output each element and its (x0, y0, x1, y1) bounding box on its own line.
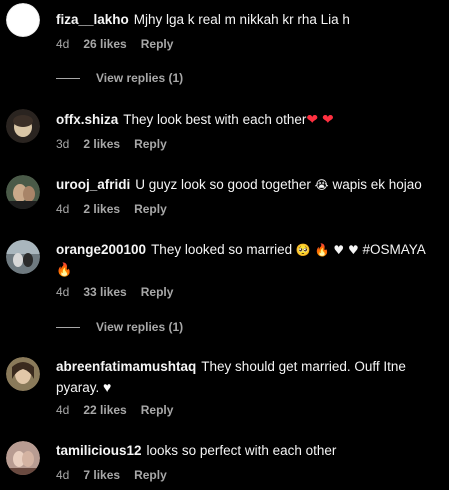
comment-age: 4d (56, 285, 70, 299)
comment-text: offx.shiza They look best with each other… (56, 109, 446, 130)
reply-button[interactable]: Reply (134, 202, 167, 216)
comment-text-line2: pyaray. ♥ (56, 377, 446, 398)
crying-face-icon: 😭 (314, 178, 329, 192)
red-heart-icon: ❤ ❤ (306, 111, 334, 127)
fire-icon: 🔥 (56, 262, 73, 277)
comment-meta: 4d 33 likes Reply (56, 284, 446, 300)
comment-item: orange200100 They looked so married 🥺 🔥 ♥… (6, 240, 446, 304)
view-replies-button[interactable]: View replies (1) (56, 71, 183, 85)
emoji-sequence-icon: 🥺 🔥 ♥ ♥ (295, 243, 359, 257)
comment-text: fiza__lakho Mjhy lga k real m nikkah kr r… (56, 10, 446, 30)
comment-username[interactable]: urooj_afridi (56, 177, 130, 192)
comment-body-continued: wapis ek hojao (332, 177, 422, 192)
comment-body: They should get married. Ouff Itne (201, 359, 406, 374)
comments-list: fiza__lakho Mjhy lga k real m nikkah kr r… (0, 0, 449, 490)
comment-body: They looked so married (151, 242, 293, 257)
comment-meta: 4d 22 likes Reply (56, 402, 446, 418)
comment-age: 3d (56, 137, 70, 151)
comment-text: tamilicious12 looks so perfect with each … (56, 441, 446, 461)
comment-item: offx.shiza They look best with each other… (6, 109, 446, 157)
comment-likes[interactable]: 22 likes (83, 403, 126, 417)
view-replies-label: View replies (1) (96, 320, 184, 334)
comment-meta: 4d 7 likes Reply (56, 467, 446, 483)
comment-likes[interactable]: 33 likes (83, 285, 126, 299)
comment-hashtag[interactable]: #OSMAYA (363, 242, 426, 257)
replies-divider (56, 77, 80, 79)
avatar[interactable] (6, 357, 40, 391)
comment-username[interactable]: offx.shiza (56, 112, 118, 127)
reply-button[interactable]: Reply (141, 403, 174, 417)
comment-username[interactable]: fiza__lakho (56, 12, 129, 27)
reply-button[interactable]: Reply (134, 468, 167, 482)
comment-text: urooj_afridi U guyz look so good together… (56, 175, 446, 195)
comment-body: looks so perfect with each other (146, 443, 337, 458)
reply-button[interactable]: Reply (141, 37, 174, 51)
comment-body-continued: pyaray. (56, 380, 100, 395)
comment-item: urooj_afridi U guyz look so good together… (6, 175, 446, 223)
comment-meta: 4d 26 likes Reply (56, 36, 446, 52)
comment-likes[interactable]: 26 likes (83, 37, 126, 51)
comment-body: U guyz look so good together (135, 177, 311, 192)
comment-item: tamilicious12 looks so perfect with each … (6, 441, 446, 489)
comment-text: abreenfatimamushtaq They should get marri… (56, 357, 446, 377)
comment-likes[interactable]: 7 likes (83, 468, 120, 482)
comment-body: Mjhy lga k real m nikkah kr rha Lia h (133, 12, 350, 27)
view-replies-button[interactable]: View replies (1) (56, 320, 183, 334)
reply-button[interactable]: Reply (134, 137, 167, 151)
comment-username[interactable]: tamilicious12 (56, 443, 142, 458)
white-heart-icon: ♥ (103, 379, 112, 395)
reply-button[interactable]: Reply (141, 285, 174, 299)
comment-age: 4d (56, 202, 70, 216)
comment-likes[interactable]: 2 likes (83, 137, 120, 151)
comment-item: fiza__lakho Mjhy lga k real m nikkah kr r… (6, 3, 446, 51)
comment-username[interactable]: abreenfatimamushtaq (56, 359, 196, 374)
comment-likes[interactable]: 2 likes (83, 202, 120, 216)
replies-divider (56, 326, 80, 328)
view-replies-label: View replies (1) (96, 71, 184, 85)
comment-item: abreenfatimamushtaq They should get marri… (6, 357, 446, 421)
avatar[interactable] (6, 441, 40, 475)
avatar[interactable] (6, 240, 40, 274)
comment-meta: 3d 2 likes Reply (56, 136, 446, 152)
comment-age: 4d (56, 403, 70, 417)
comment-body: They look best with each other (123, 112, 307, 127)
comment-text-line2: 🔥 (56, 260, 446, 280)
comment-text: orange200100 They looked so married 🥺 🔥 ♥… (56, 240, 446, 260)
avatar[interactable] (6, 3, 40, 37)
comment-age: 4d (56, 468, 70, 482)
avatar[interactable] (6, 109, 40, 143)
comment-meta: 4d 2 likes Reply (56, 201, 446, 217)
comment-age: 4d (56, 37, 70, 51)
comment-username[interactable]: orange200100 (56, 242, 146, 257)
avatar[interactable] (6, 175, 40, 209)
